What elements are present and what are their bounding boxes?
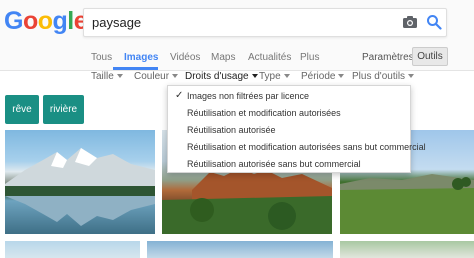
menu-item-label: Réutilisation et modification autorisées… <box>187 142 426 152</box>
menu-item-reutilisation[interactable]: Réutilisation autorisée <box>168 122 410 138</box>
filter-taille[interactable]: Taille <box>91 71 123 82</box>
tab-actualites[interactable]: Actualités <box>248 52 291 63</box>
menu-item-reutilisation-non-commercial[interactable]: Réutilisation autorisée sans but commerc… <box>168 156 410 172</box>
filter-label: Taille <box>91 71 114 82</box>
landscape-image <box>5 148 155 226</box>
camera-icon[interactable] <box>402 15 418 29</box>
image-result[interactable] <box>5 130 155 234</box>
tab-images[interactable]: Images <box>124 52 158 63</box>
caret-down-icon <box>408 74 415 79</box>
filter-label: Type <box>259 71 281 82</box>
filter-type[interactable]: Type <box>259 71 290 82</box>
search-input[interactable]: paysage <box>83 8 447 37</box>
filter-couleur[interactable]: Couleur <box>134 71 179 82</box>
logo-letter: o <box>22 7 38 35</box>
settings-button[interactable]: Paramètres <box>358 49 418 66</box>
caret-down-icon <box>172 74 179 79</box>
caret-down-icon <box>283 74 290 79</box>
filter-label: Droits d'usage <box>185 71 249 82</box>
image-result[interactable] <box>340 241 474 258</box>
tools-button[interactable]: Outils <box>412 47 448 66</box>
chip-reve[interactable]: rêve <box>5 95 39 124</box>
google-logo[interactable]: Google <box>4 6 88 36</box>
filter-periode[interactable]: Période <box>301 71 345 82</box>
tab-plus[interactable]: Plus <box>300 52 319 63</box>
menu-item-label: Réutilisation autorisée <box>187 125 276 135</box>
tab-videos[interactable]: Vidéos <box>170 52 200 63</box>
menu-item-label: Images non filtrées par licence <box>187 91 310 101</box>
filter-plus-outils[interactable]: Plus d'outils <box>352 71 415 82</box>
filter-label: Couleur <box>134 71 170 82</box>
logo-letter: o <box>37 7 53 35</box>
image-result[interactable] <box>5 241 140 258</box>
filter-droits-usage[interactable]: Droits d'usage <box>185 71 258 82</box>
logo-letter: G <box>4 7 23 35</box>
caret-down-icon <box>338 74 345 79</box>
menu-item-reutilisation-modification-non-commercial[interactable]: Réutilisation et modification autorisées… <box>168 139 426 155</box>
menu-item-non-filtrees[interactable]: ✓ Images non filtrées par licence <box>168 88 410 104</box>
search-icon[interactable] <box>426 14 442 30</box>
logo-letter: g <box>52 7 68 35</box>
caret-down-icon <box>251 74 258 79</box>
tools-filters: Taille Couleur Droits d'usage Type Pério… <box>0 71 474 86</box>
filter-label: Période <box>301 71 336 82</box>
filter-label: Plus d'outils <box>352 71 406 82</box>
image-result[interactable] <box>147 241 333 258</box>
tab-tous[interactable]: Tous <box>91 52 112 63</box>
search-tabs: Tous Images Vidéos Maps Actualités Plus … <box>0 47 474 70</box>
tab-maps[interactable]: Maps <box>211 52 235 63</box>
menu-item-label: Réutilisation et modification autorisées <box>187 108 341 118</box>
header: Google paysage <box>0 0 474 47</box>
check-icon: ✓ <box>175 90 184 101</box>
chip-riviere[interactable]: rivière <box>43 95 84 124</box>
caret-down-icon <box>116 74 123 79</box>
menu-item-label: Réutilisation autorisée sans but commerc… <box>187 159 361 169</box>
menu-item-reutilisation-modification[interactable]: Réutilisation et modification autorisées <box>168 105 410 121</box>
usage-rights-menu: ✓ Images non filtrées par licence Réutil… <box>167 85 426 173</box>
search-query[interactable]: paysage <box>92 15 141 30</box>
